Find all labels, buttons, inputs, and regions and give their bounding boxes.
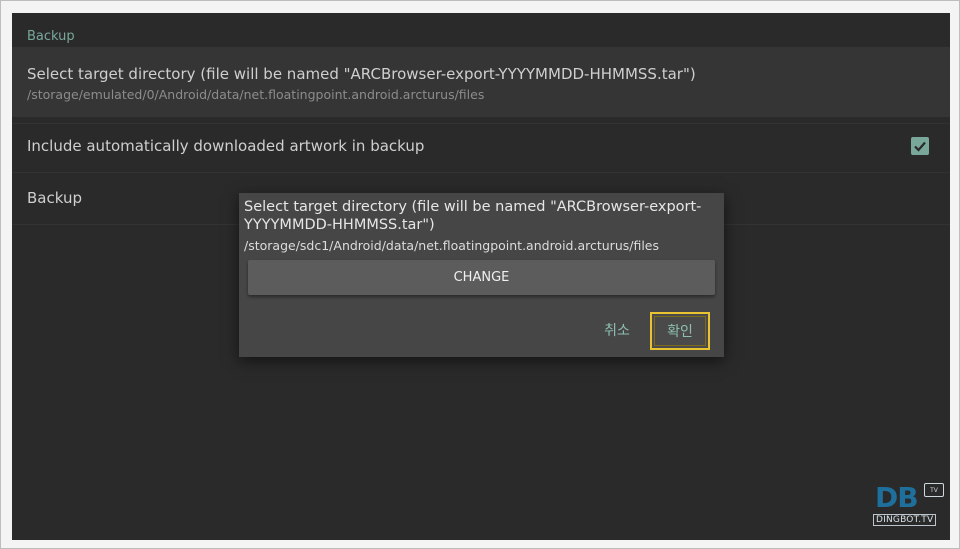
watermark-tv-badge: TV — [924, 483, 944, 497]
screenshot-frame: Backup Select target directory (file wil… — [0, 0, 960, 549]
section-header-backup: Backup — [27, 29, 75, 44]
include-artwork-checkbox[interactable] — [911, 137, 929, 155]
pref-target-directory[interactable]: Select target directory (file will be na… — [12, 47, 950, 117]
dialog-message: Select target directory (file will be na… — [244, 199, 702, 233]
ok-button[interactable]: 확인 — [650, 312, 710, 350]
target-directory-dialog: Select target directory (file will be na… — [239, 193, 724, 357]
change-button[interactable]: CHANGE — [248, 260, 715, 295]
watermark-logo: DB — [875, 481, 919, 514]
cancel-button[interactable]: 취소 — [595, 318, 639, 342]
dialog-path: /storage/sdc1/Android/data/net.floatingp… — [244, 238, 660, 253]
checkmark-icon — [914, 141, 926, 152]
watermark-site: DINGBOT.TV — [873, 514, 937, 526]
tv-screen: Backup Select target directory (file wil… — [12, 13, 950, 540]
pref-include-artwork[interactable]: Include automatically downloaded artwork… — [12, 123, 950, 173]
pref-include-artwork-title: Include automatically downloaded artwork… — [27, 137, 425, 155]
pref-target-directory-title: Select target directory (file will be na… — [27, 65, 696, 83]
pref-target-directory-summary: /storage/emulated/0/Android/data/net.flo… — [27, 87, 485, 102]
dingbot-watermark: DB TV DINGBOT.TV — [867, 481, 947, 535]
